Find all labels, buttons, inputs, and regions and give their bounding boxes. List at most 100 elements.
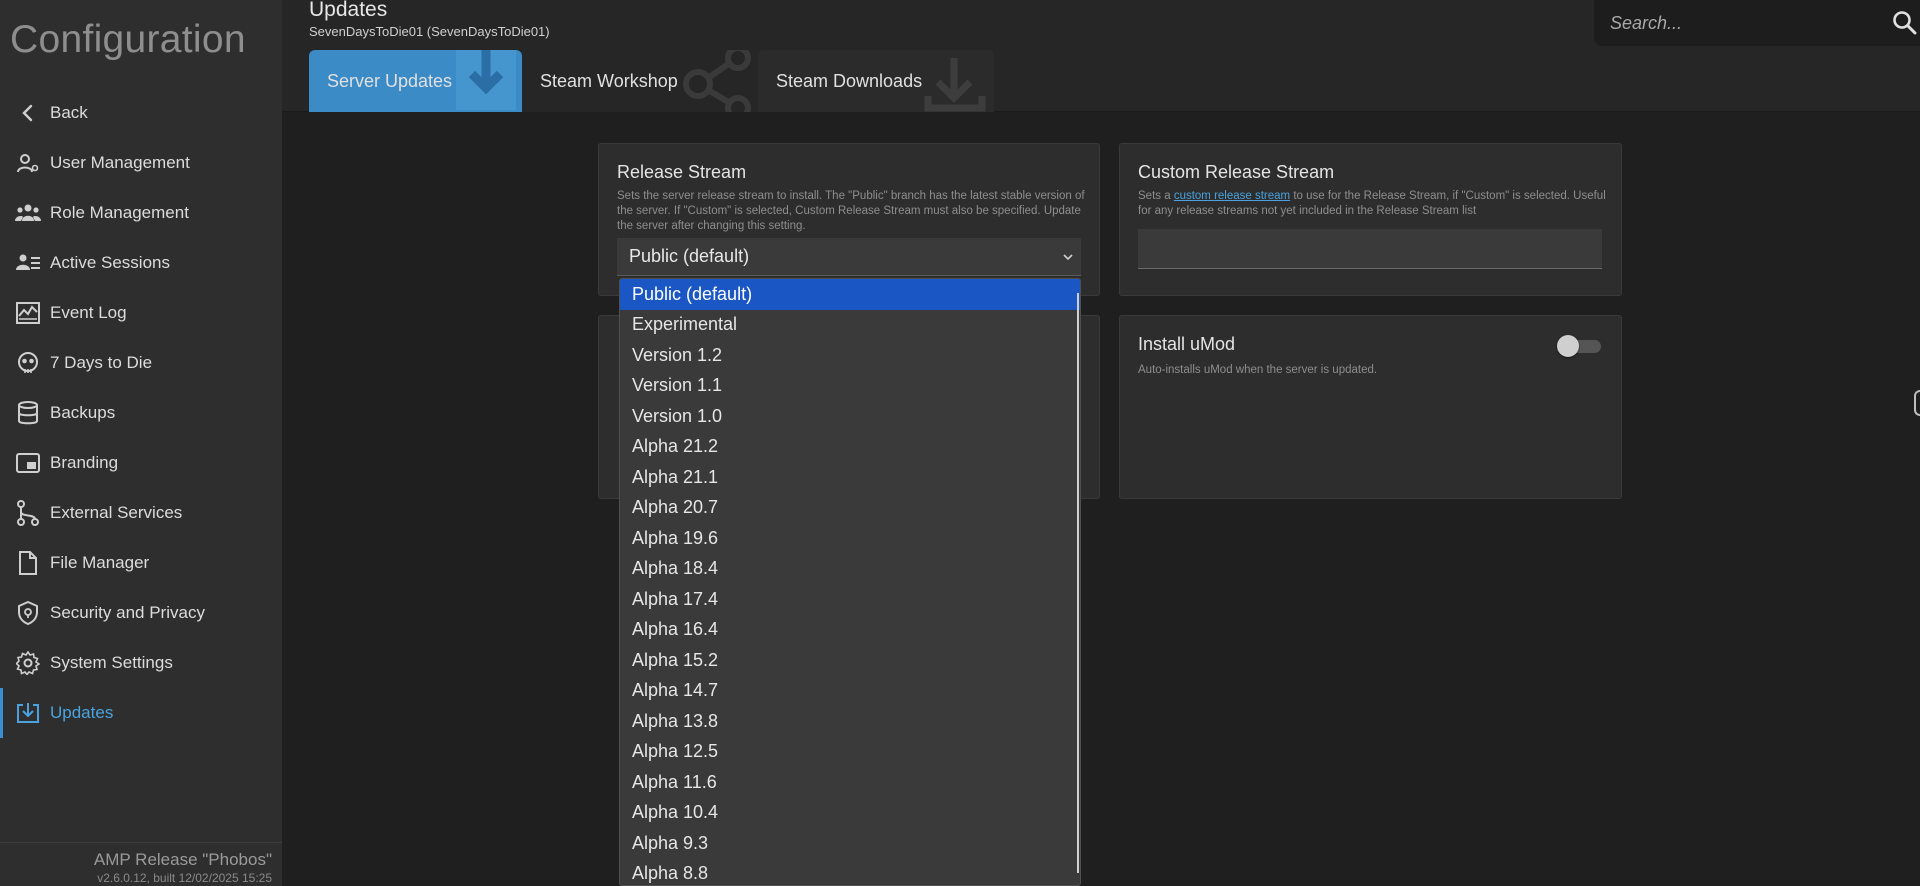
database-icon [15,400,41,426]
sidebar-item-updates[interactable]: Updates [0,688,282,738]
sidebar-item-user-management[interactable]: User Management [0,138,282,188]
side-handle[interactable] [1914,390,1920,416]
download-box-icon [15,700,41,726]
sidebar-item-label: External Services [50,503,183,522]
chevron-left-icon [15,100,41,126]
sidebar-footer: AMP Release "Phobos" v2.6.0.12, built 12… [0,842,282,886]
tab-label: Steam Workshop [540,70,678,91]
tab-server-updates[interactable]: Server Updates [309,50,522,112]
user-list-icon [15,250,41,276]
sidebar-item-label: Updates [50,703,114,722]
desc-prefix: Sets a [1138,190,1174,202]
sidebar-item-label: Active Sessions [50,253,170,272]
dropdown-option[interactable]: Alpha 10.4 [620,798,1080,829]
shield-lock-icon [15,600,41,626]
dropdown-option[interactable]: Alpha 18.4 [620,554,1080,585]
card-description: Sets a custom release stream to use for … [1138,189,1608,219]
dropdown-option[interactable]: Alpha 19.6 [620,523,1080,554]
skull-icon [15,350,41,376]
dropdown-option[interactable]: Alpha 16.4 [620,615,1080,646]
sidebar-item-role-management[interactable]: Role Management [0,188,282,238]
dropdown-option[interactable]: Alpha 14.7 [620,676,1080,707]
dropdown-option[interactable]: Alpha 9.3 [620,828,1080,859]
user-gear-icon [15,150,41,176]
tab-bar: Server Updates Steam Workshop Steam Down… [309,50,994,112]
release-stream-card: Release Stream Sets the server release s… [598,143,1100,296]
sidebar-item-security-and-privacy[interactable]: Security and Privacy [0,588,282,638]
select-value: Public (default) [629,246,750,266]
page-subtitle: SevenDaysToDie01 (SevenDaysToDie01) [309,24,550,39]
card-title: Install uMod [1138,334,1236,354]
card-description: Auto-installs uMod when the server is up… [1138,364,1378,376]
sidebar-item-label: Branding [50,453,119,472]
sidebar: Configuration Back User Management Role … [0,0,282,886]
dropdown-option[interactable]: Alpha 8.8 [620,859,1080,886]
sidebar-item-active-sessions[interactable]: Active Sessions [0,238,282,288]
search-icon[interactable] [1892,10,1918,36]
dropdown-option[interactable]: Alpha 21.2 [620,432,1080,463]
sidebar-item-label: Role Management [50,203,189,222]
sidebar-item-file-manager[interactable]: File Manager [0,538,282,588]
install-umod-toggle[interactable] [1557,334,1603,357]
sidebar-nav: Back User Management Role Management Act… [0,88,282,738]
dropdown-option[interactable]: Alpha 13.8 [620,706,1080,737]
dropdown-option[interactable]: Alpha 20.7 [620,493,1080,524]
sidebar-item-label: 7 Days to Die [50,353,153,372]
tab-label: Server Updates [327,70,453,91]
tab-label: Steam Downloads [776,70,923,91]
sidebar-item-label: Back [50,103,88,122]
sidebar-item-label: System Settings [50,653,173,672]
sidebar-item-branding[interactable]: Branding [0,438,282,488]
sidebar-item-backups[interactable]: Backups [0,388,282,438]
card-title: Custom Release Stream [1138,162,1335,182]
custom-release-stream-link[interactable]: custom release stream [1174,190,1290,202]
sidebar-item-label: Event Log [50,303,127,322]
sidebar-item-system-settings[interactable]: System Settings [0,638,282,688]
sidebar-item-event-log[interactable]: Event Log [0,288,282,338]
dropdown-option[interactable]: Experimental [620,310,1080,341]
sidebar-item-7-days-to-die[interactable]: 7 Days to Die [0,338,282,388]
sidebar-item-back[interactable]: Back [0,88,282,138]
dropdown-option[interactable]: Version 1.2 [620,340,1080,371]
dropdown-option[interactable]: Public (default) [620,279,1080,310]
dropdown-option[interactable]: Alpha 21.1 [620,462,1080,493]
gear-icon [15,650,41,676]
release-stream-dropdown: Public (default) Experimental Version 1.2 V… [619,278,1081,886]
sidebar-item-external-services[interactable]: External Services [0,488,282,538]
dropdown-option[interactable]: Alpha 12.5 [620,737,1080,768]
card-description: Sets the server release stream to instal… [617,190,1085,232]
users-group-icon [15,200,41,226]
custom-release-stream-input[interactable] [1138,229,1602,269]
sidebar-item-label: User Management [50,153,190,172]
release-stream-select[interactable]: Public (default) [617,238,1081,276]
card-title: Release Stream [617,162,747,182]
install-umod-card: Install uMod Auto-installs uMod when the… [1119,315,1622,499]
custom-release-stream-card: Custom Release Stream Sets a custom rele… [1119,143,1622,296]
sidebar-title: Configuration [10,18,246,61]
tab-steam-workshop[interactable]: Steam Workshop [522,50,758,112]
release-name: AMP Release "Phobos" [93,850,272,869]
tab-steam-downloads[interactable]: Steam Downloads [758,50,994,112]
download-icon [456,50,516,110]
chart-line-icon [15,300,41,326]
dropdown-scrollbar[interactable] [1077,293,1079,873]
dropdown-option[interactable]: Alpha 17.4 [620,584,1080,615]
sidebar-item-label: Backups [50,403,116,422]
picture-in-picture-icon [15,450,41,476]
dropdown-option[interactable]: Alpha 11.6 [620,767,1080,798]
dropdown-option[interactable]: Alpha 15.2 [620,645,1080,676]
sidebar-item-label: File Manager [50,553,150,572]
download-icon [924,58,986,112]
search-input[interactable] [1594,0,1894,46]
file-icon [15,550,41,576]
nodes-icon [15,500,41,526]
dropdown-option[interactable]: Version 1.0 [620,401,1080,432]
release-version: v2.6.0.12, built 12/02/2025 15:25 [97,871,272,885]
page-title: Updates [309,0,388,21]
sidebar-item-label: Security and Privacy [50,603,205,622]
dropdown-option[interactable]: Version 1.1 [620,371,1080,402]
toggle-knob [1557,335,1579,357]
dropdown-options: Public (default) Experimental Version 1.2 V… [620,279,1080,886]
chevron-down-icon [1063,254,1073,261]
search-box [1594,0,1920,46]
